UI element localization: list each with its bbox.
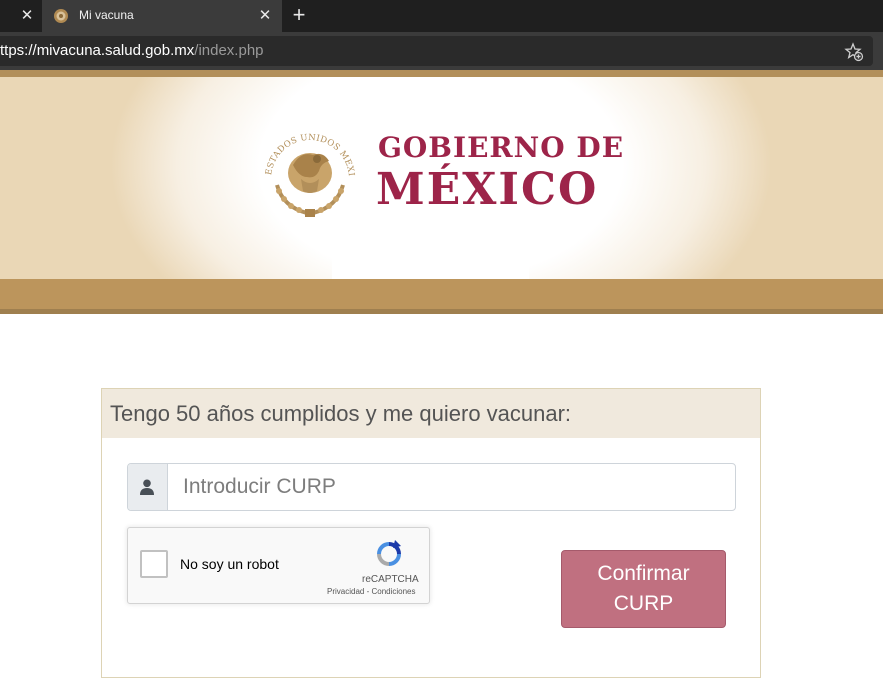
recaptcha-terms-link[interactable]: Privacidad - Condiciones <box>327 587 416 596</box>
curp-input-group <box>127 463 736 511</box>
close-icon[interactable]: ✕ <box>18 7 36 25</box>
recaptcha-checkbox[interactable] <box>140 550 168 578</box>
government-title-line1: GOBIERNO DE <box>378 131 625 164</box>
recaptcha-logo-icon <box>377 540 401 566</box>
curp-input[interactable] <box>168 464 735 510</box>
input-addon <box>128 464 168 510</box>
recaptcha-label: No soy un robot <box>180 556 279 572</box>
address-bar[interactable]: ttps://mivacuna.salud.gob.mx/index.php <box>0 36 873 66</box>
url-text: ttps://mivacuna.salud.gob.mx/index.php <box>0 42 264 59</box>
vaccine-registration-card: Tengo 50 años cumplidos y me quiero vacu… <box>101 388 761 678</box>
close-icon[interactable]: ✕ <box>256 7 274 25</box>
tab-title: Mi vacuna <box>79 8 134 22</box>
banner-stripe-edge <box>0 309 883 314</box>
banner-gold-stripe <box>0 279 883 309</box>
card-title: Tengo 50 años cumplidos y me quiero vacu… <box>110 401 572 426</box>
banner-top-line <box>0 70 883 77</box>
add-favorite-icon[interactable] <box>844 42 864 62</box>
browser-tab-bar: ✕ Mi vacuna ✕ + <box>0 0 883 32</box>
recaptcha-brand: reCAPTCHA <box>362 574 419 585</box>
card-header: Tengo 50 años cumplidos y me quiero vacu… <box>102 389 760 438</box>
favicon-seal-icon <box>54 9 68 23</box>
government-title-line2: MÉXICO <box>376 164 599 215</box>
national-seal-logo: ESTADOS UNIDOS MEXICANOS <box>257 121 356 217</box>
recaptcha-widget: No soy un robot reCAPTCHA Privacidad - C… <box>127 527 430 604</box>
browser-toolbar: ttps://mivacuna.salud.gob.mx/index.php <box>0 32 883 70</box>
plus-icon[interactable]: + <box>288 4 310 26</box>
browser-tab[interactable]: Mi vacuna ✕ <box>42 0 282 32</box>
user-icon <box>140 479 154 495</box>
confirm-curp-button[interactable]: Confirmar CURP <box>561 550 726 628</box>
